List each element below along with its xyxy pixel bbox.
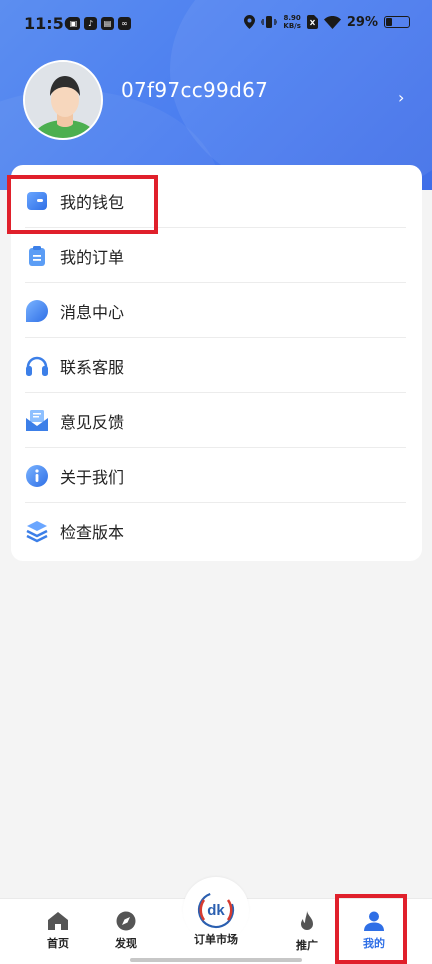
user-icon [364,911,384,931]
notification-icons: ▣ ♪ ▤ ∞ [67,17,131,30]
menu-item-check-version[interactable]: 检查版本 [25,503,406,558]
app-notification-icon: ▣ [67,17,80,30]
tiktok-icon: ♪ [84,17,97,30]
nav-label: 首页 [47,937,69,950]
nav-label: 发现 [115,937,137,950]
nav-home[interactable]: 首页 [28,911,88,951]
nav-label: 推广 [296,939,318,952]
menu-item-orders[interactable]: 我的订单 [25,228,406,283]
menu-item-feedback[interactable]: 意见反馈 [25,393,406,448]
mail-icon [25,409,49,433]
nav-mine[interactable]: 我的 [344,911,404,951]
menu-item-customer-service[interactable]: 联系客服 [25,338,406,393]
clipboard-icon [25,244,49,268]
nav-discover[interactable]: 发现 [96,911,156,951]
chevron-right-icon[interactable]: › [398,88,404,107]
menu-item-about[interactable]: 关于我们 [25,448,406,503]
status-bar: 11:56 ▣ ♪ ▤ ∞ 8.90 KB/s 29% [0,0,432,50]
menu-item-label: 我的订单 [60,247,125,267]
sync-icon: ∞ [118,17,131,30]
compass-icon [116,911,136,931]
battery-icon [384,16,410,28]
vibrate-icon [261,16,278,28]
dk-logo-icon: dk [197,891,235,929]
chat-bubble-icon [25,299,49,323]
logo-text: dk [207,902,225,919]
avatar[interactable] [23,60,103,140]
menu-item-label: 意见反馈 [60,412,125,432]
screen: 11:56 ▣ ♪ ▤ ∞ 8.90 KB/s 29% 07f97cc99d67… [0,0,432,964]
menu-card: 我的钱包 我的订单 消息中心 联系客服 意见反馈 关于我们 检查版本 [11,165,422,561]
wifi-icon [323,15,341,29]
menu-item-messages[interactable]: 消息中心 [25,283,406,338]
info-icon [25,464,49,488]
battery-level [386,18,393,26]
mail-notification-icon: ▤ [101,17,114,30]
net-speed: 8.90 KB/s [283,14,300,30]
layers-icon [25,519,49,543]
order-market-label: 订单市场 [194,933,238,946]
menu-item-wallet[interactable]: 我的钱包 [25,173,406,228]
menu-item-label: 消息中心 [60,302,125,322]
home-indicator[interactable] [130,958,302,962]
location-icon [244,15,256,29]
nav-promote[interactable]: 推广 [277,911,337,953]
menu-item-label: 联系客服 [60,357,125,377]
net-speed-value: 8.90 [283,14,301,22]
home-icon [48,912,68,930]
status-right: 8.90 KB/s 29% [244,14,410,30]
menu-item-label: 检查版本 [60,522,125,542]
menu-item-label: 我的钱包 [60,192,125,212]
wallet-icon [25,189,49,213]
net-speed-unit: KB/s [283,22,301,30]
username[interactable]: 07f97cc99d67 [121,78,268,102]
fire-icon [301,911,313,930]
menu-item-label: 关于我们 [60,467,125,487]
nav-label: 我的 [363,937,385,950]
battery-percent: 29% [346,14,378,30]
sim-card-icon [306,15,318,29]
headset-icon [25,354,49,378]
